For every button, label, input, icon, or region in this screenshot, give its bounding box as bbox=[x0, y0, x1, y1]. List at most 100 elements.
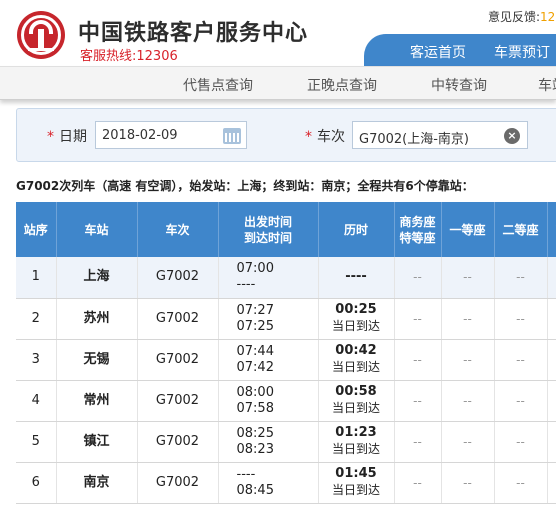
cell-first: -- bbox=[441, 380, 495, 422]
train-label-text: 车次 bbox=[317, 129, 345, 145]
subnav-agency-query[interactable]: 代售点查询 bbox=[183, 75, 253, 95]
cell-second: -- bbox=[494, 421, 548, 463]
cell-duration: 00:58 当日到达 bbox=[318, 380, 395, 422]
query-panel: * 日期 2018-02-09 * 车次 G7002(上海-南京) × bbox=[16, 108, 556, 162]
cell-arr: ---- bbox=[236, 277, 256, 293]
cell-seq: 5 bbox=[16, 421, 57, 463]
header-dep: 出发时间 bbox=[243, 214, 292, 229]
subnav-delay-query[interactable]: 正晚点查询 bbox=[307, 75, 377, 95]
cell-note: 当日到达 bbox=[331, 442, 380, 456]
hotline: 客服热线:12306 bbox=[80, 49, 178, 64]
cell-dep: 07:00 bbox=[236, 261, 274, 277]
header-train: 车次 bbox=[137, 202, 219, 257]
train-summary: G7002次列车（高速 有空调），始发站：上海；终到站：南京；全程共有6个停靠站… bbox=[16, 179, 474, 193]
cell-dep: 07:44 bbox=[236, 343, 274, 359]
cell-station: 南京 bbox=[56, 462, 138, 504]
nav-item-home[interactable]: 客运首页 bbox=[410, 42, 466, 62]
cell-times: 07:44 07:42 bbox=[218, 339, 319, 381]
railway-logo[interactable] bbox=[17, 11, 65, 59]
cell-times: ---- 08:45 bbox=[218, 462, 319, 504]
header-second-class: 二等座 bbox=[494, 202, 548, 257]
nav-item-booking[interactable]: 车票预订 bbox=[494, 42, 550, 62]
cell-train: G7002 bbox=[137, 339, 219, 381]
date-input[interactable]: 2018-02-09 bbox=[95, 121, 247, 149]
cell-train: G7002 bbox=[137, 298, 219, 340]
clear-icon[interactable]: × bbox=[504, 128, 520, 144]
site-title: 中国铁路客户服务中心 bbox=[78, 21, 309, 46]
cell-business: -- bbox=[394, 380, 442, 422]
calendar-icon[interactable] bbox=[223, 128, 241, 144]
cell-dur: 00:25 bbox=[335, 302, 377, 317]
cell-first: -- bbox=[441, 462, 495, 504]
site-header: 中国铁路客户服务中心 客服热线:12306 意见反馈:12 客运首页 车票预订 bbox=[0, 0, 556, 66]
cell-second: -- bbox=[494, 298, 548, 340]
cell-seq: 3 bbox=[16, 339, 57, 381]
cell-train: G7002 bbox=[137, 257, 219, 299]
cell-second: -- bbox=[494, 339, 548, 381]
feedback-link[interactable]: 意见反馈: bbox=[488, 10, 540, 24]
train-value: G7002(上海-南京) bbox=[359, 132, 469, 147]
cell-dep: 08:25 bbox=[236, 425, 274, 441]
table-row: 1 上海 G7002 07:00 ---- ---- -- -- -- bbox=[16, 257, 556, 299]
header-first-class: 一等座 bbox=[441, 202, 495, 257]
cell-business: -- bbox=[394, 298, 442, 340]
date-label: * 日期 bbox=[47, 126, 87, 146]
header-arr: 到达时间 bbox=[243, 230, 292, 245]
required-mark: * bbox=[47, 129, 54, 145]
cell-business: -- bbox=[394, 421, 442, 463]
cell-dur: ---- bbox=[345, 269, 367, 285]
cell-train: G7002 bbox=[137, 380, 219, 422]
cell-more bbox=[547, 462, 556, 504]
cell-arr: 08:23 bbox=[236, 441, 274, 457]
cell-more bbox=[547, 257, 556, 299]
feedback-number[interactable]: 12 bbox=[540, 10, 555, 24]
cell-seq: 2 bbox=[16, 298, 57, 340]
page: 中国铁路客户服务中心 客服热线:12306 意见反馈:12 客运首页 车票预订 … bbox=[0, 0, 556, 508]
cell-train: G7002 bbox=[137, 421, 219, 463]
cell-first: -- bbox=[441, 339, 495, 381]
cell-first: -- bbox=[441, 298, 495, 340]
cell-times: 08:00 07:58 bbox=[218, 380, 319, 422]
cell-more bbox=[547, 298, 556, 340]
header-biz1: 商务座 bbox=[399, 214, 436, 229]
cell-duration: 00:42 当日到达 bbox=[318, 339, 395, 381]
table-row: 6 南京 G7002 ---- 08:45 01:45 当日到达 -- -- -- bbox=[16, 462, 556, 504]
date-label-text: 日期 bbox=[59, 129, 87, 145]
table-row: 3 无锡 G7002 07:44 07:42 00:42 当日到达 -- -- -- bbox=[16, 339, 556, 381]
cell-duration: 00:25 当日到达 bbox=[318, 298, 395, 340]
cell-dur: 00:42 bbox=[335, 343, 377, 358]
header-business: 商务座 特等座 bbox=[394, 202, 442, 257]
subnav-transfer-query[interactable]: 中转查询 bbox=[431, 75, 487, 95]
stops-table: 站序 车站 车次 出发时间到达时间 历时 商务座特等座 一等座 二等座 商 1上… bbox=[16, 202, 556, 504]
cell-second: -- bbox=[494, 462, 548, 504]
top-links: 意见反馈:12 bbox=[488, 8, 555, 25]
header-seq: 站序 bbox=[16, 202, 57, 257]
cell-station: 苏州 bbox=[56, 298, 138, 340]
cell-seq: 4 bbox=[16, 380, 57, 422]
header-more: 商 bbox=[547, 202, 556, 257]
train-input[interactable]: G7002(上海-南京) × bbox=[352, 121, 528, 149]
cell-note: 当日到达 bbox=[331, 483, 380, 497]
subnav-station[interactable]: 车站 bbox=[538, 75, 556, 95]
cell-arr: 07:58 bbox=[236, 400, 274, 416]
cell-station: 镇江 bbox=[56, 421, 138, 463]
cell-train: G7002 bbox=[137, 462, 219, 504]
train-label: * 车次 bbox=[305, 126, 345, 146]
cell-note: 当日到达 bbox=[331, 360, 380, 374]
table-row: 2 苏州 G7002 07:27 07:25 00:25 当日到达 -- -- -- bbox=[16, 298, 556, 340]
cell-more bbox=[547, 421, 556, 463]
cell-dur: 01:45 bbox=[335, 466, 377, 481]
cell-dur: 01:23 bbox=[335, 425, 377, 440]
cell-arr: 07:42 bbox=[236, 359, 274, 375]
cell-first: -- bbox=[441, 421, 495, 463]
sub-nav: 代售点查询 正晚点查询 中转查询 车站 bbox=[0, 66, 556, 100]
cell-note: 当日到达 bbox=[331, 319, 380, 333]
cell-first: -- bbox=[441, 257, 495, 299]
cell-arr: 07:25 bbox=[236, 318, 274, 334]
cell-dur: 00:58 bbox=[335, 384, 377, 399]
cell-dep: 07:27 bbox=[236, 302, 274, 318]
table-header-row: 站序 车站 车次 出发时间到达时间 历时 商务座特等座 一等座 二等座 商 bbox=[16, 202, 556, 257]
cell-duration: 01:23 当日到达 bbox=[318, 421, 395, 463]
header-duration: 历时 bbox=[318, 202, 395, 257]
cell-arr: 08:45 bbox=[236, 482, 274, 498]
